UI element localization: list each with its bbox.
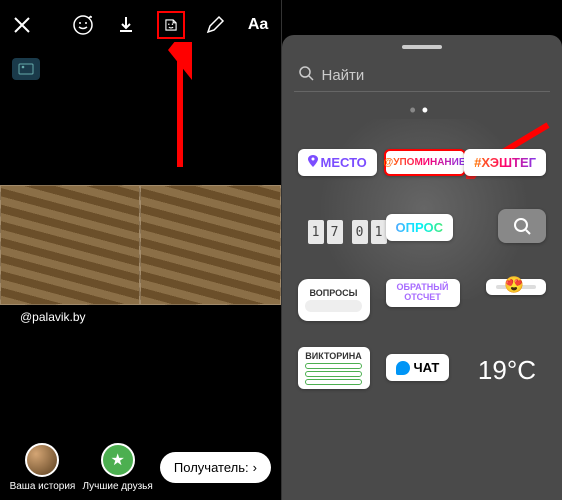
your-story-label: Ваша история	[10, 481, 76, 492]
sheet-grabber[interactable]	[402, 45, 442, 49]
location-sticker[interactable]: МЕСТО	[298, 149, 377, 176]
story-bottom-bar: Ваша история ★ Лучшие друзья Получатель:…	[0, 443, 281, 492]
sticker-search[interactable]: Найти	[294, 59, 551, 92]
story-image-preview	[0, 185, 281, 305]
page-dots: ••	[294, 92, 551, 129]
draw-icon[interactable]	[203, 11, 228, 39]
face-filter-icon[interactable]	[71, 11, 96, 39]
sticker-sheet: Найти •• МЕСТО @УПОМИНАНИЕ #ХЭШТЕГ	[282, 35, 562, 500]
pin-icon	[308, 155, 318, 170]
questions-sticker[interactable]: ВОПРОСЫ	[298, 279, 370, 321]
search-placeholder: Найти	[322, 67, 365, 84]
weather-sticker[interactable]: 19°C	[468, 349, 546, 392]
chat-bubble-icon	[396, 361, 410, 375]
countdown-sticker[interactable]: ОБРАТНЫЙ ОТСЧЕТ	[386, 279, 460, 307]
recipient-label: Получатель:	[174, 460, 249, 475]
emoji-slider-sticker[interactable]	[486, 279, 546, 295]
chat-sticker[interactable]: ЧАТ	[386, 354, 450, 381]
hashtag-sticker[interactable]: #ХЭШТЕГ	[464, 149, 546, 176]
gif-search-sticker[interactable]	[498, 209, 546, 243]
gallery-icon[interactable]	[12, 58, 40, 80]
close-friends-button[interactable]: ★ Лучшие друзья	[82, 443, 152, 492]
your-story-button[interactable]: Ваша история	[10, 443, 76, 492]
recipient-button[interactable]: Получатель: ›	[160, 452, 271, 483]
sticker-picker-screen: Найти •• МЕСТО @УПОМИНАНИЕ #ХЭШТЕГ	[282, 0, 562, 500]
mention-sticker[interactable]: @УПОМИНАНИЕ	[384, 149, 466, 176]
annotation-arrow-1	[165, 42, 195, 172]
close-icon[interactable]	[10, 11, 35, 39]
story-topbar: Aa	[0, 0, 281, 50]
sticker-grid: МЕСТО @УПОМИНАНИЕ #ХЭШТЕГ 1 7 0 1 ОПРОС	[294, 129, 551, 484]
poll-sticker[interactable]: ОПРОС	[386, 214, 453, 241]
story-editor-screen: Aa @palavik.by Ваша история ★ Лучшие дру…	[0, 0, 282, 500]
sticker-icon[interactable]	[157, 11, 185, 39]
chevron-right-icon: ›	[253, 460, 257, 475]
search-icon	[298, 65, 314, 85]
tagged-user[interactable]: @palavik.by	[20, 310, 86, 324]
quiz-sticker[interactable]: ВИКТОРИНА	[298, 347, 370, 389]
text-icon[interactable]: Aa	[246, 11, 271, 39]
time-sticker[interactable]: 1 7 0 1	[298, 214, 397, 250]
download-icon[interactable]	[114, 11, 139, 39]
close-friends-label: Лучшие друзья	[82, 481, 152, 492]
